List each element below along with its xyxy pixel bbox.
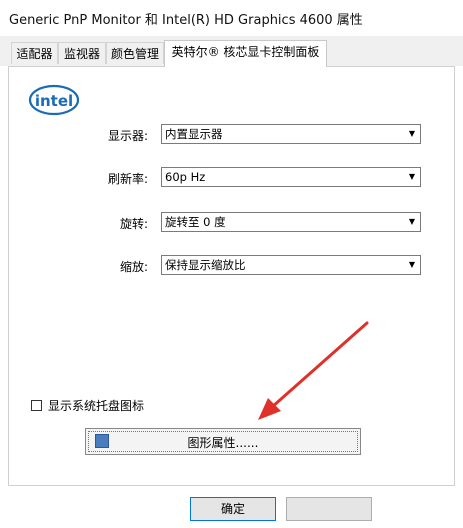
tab-color-management[interactable]: 颜色管理: [106, 42, 164, 64]
intel-logo: intel: [28, 84, 80, 116]
tab-intel-graphics-control-panel[interactable]: 英特尔® 核芯显卡控制面板: [164, 40, 327, 67]
ok-button[interactable]: 确定: [190, 497, 276, 521]
cancel-button[interactable]: [286, 497, 372, 521]
rotation-value: 旋转至 0 度: [165, 215, 226, 229]
tab-monitor[interactable]: 监视器: [58, 42, 106, 64]
tray-icon-checkbox-row[interactable]: 显示系统托盘图标: [31, 397, 144, 413]
display-label: 显示器:: [107, 129, 148, 143]
scaling-label: 缩放:: [119, 260, 148, 274]
display-value: 内置显示器: [165, 127, 223, 141]
refresh-select[interactable]: 60p Hz ▼: [161, 167, 421, 187]
refresh-value: 60p Hz: [165, 170, 206, 184]
chevron-down-icon[interactable]: ▼: [406, 127, 418, 141]
intel-logo-text: intel: [35, 92, 73, 110]
chevron-down-icon[interactable]: ▼: [406, 215, 418, 229]
scaling-value: 保持显示缩放比: [165, 258, 246, 272]
chevron-down-icon[interactable]: ▼: [406, 170, 418, 184]
tab-adapter[interactable]: 适配器: [11, 42, 58, 64]
tray-icon-checkbox-label: 显示系统托盘图标: [48, 398, 145, 413]
graphics-properties-label: 图形属性......: [187, 436, 259, 450]
graphics-properties-button[interactable]: 图形属性......: [85, 428, 361, 455]
chevron-down-icon[interactable]: ▼: [406, 258, 418, 272]
rotation-select[interactable]: 旋转至 0 度 ▼: [161, 212, 421, 232]
scaling-select[interactable]: 保持显示缩放比 ▼: [161, 255, 421, 275]
refresh-label: 刷新率:: [107, 172, 148, 186]
tray-icon-checkbox[interactable]: [31, 399, 42, 411]
title-bar: Generic PnP Monitor 和 Intel(R) HD Graphi…: [0, 0, 463, 36]
display-select[interactable]: 内置显示器 ▼: [161, 124, 421, 144]
window-title: Generic PnP Monitor 和 Intel(R) HD Graphi…: [9, 13, 363, 28]
rotation-label: 旋转:: [119, 217, 148, 231]
